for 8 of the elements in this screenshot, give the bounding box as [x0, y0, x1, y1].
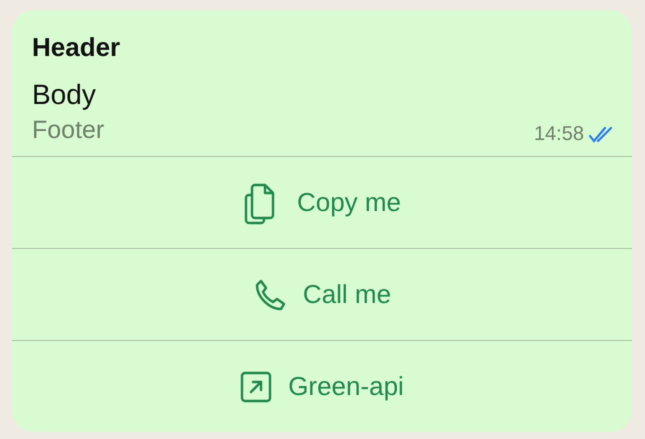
external-link-icon [240, 370, 272, 402]
action-button[interactable]: Copy me [12, 157, 632, 248]
message-header: Header [32, 31, 122, 64]
message-body: Body [32, 78, 97, 112]
action-button[interactable]: Green-api [12, 340, 632, 432]
action-button[interactable]: Call me [12, 248, 632, 340]
message-footer: Footer [32, 114, 104, 146]
message-time: 14:58 [534, 123, 584, 146]
